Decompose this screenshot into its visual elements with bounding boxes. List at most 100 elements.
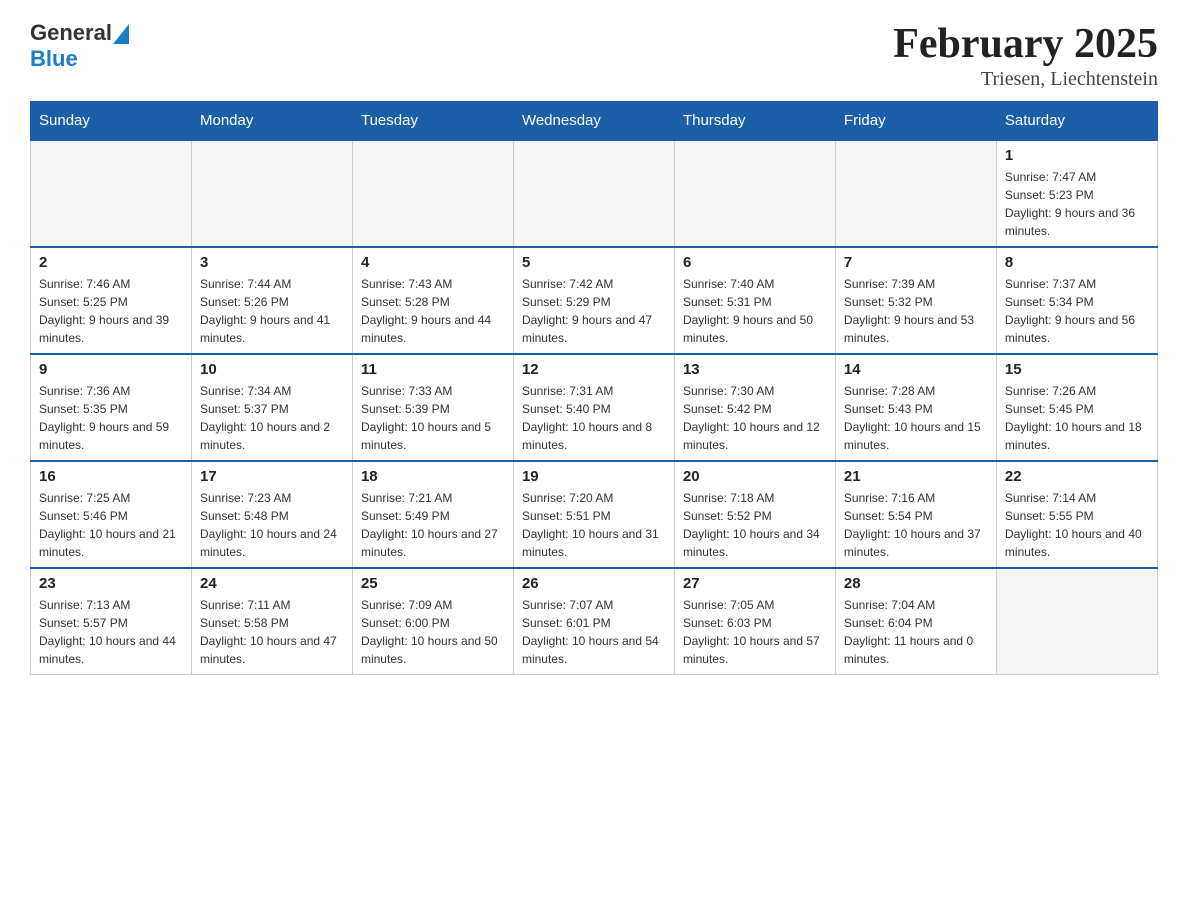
day-header-tuesday: Tuesday: [352, 102, 513, 141]
calendar-day-cell: 19 Sunrise: 7:20 AM Sunset: 5:51 PM Dayli…: [513, 461, 674, 568]
day-number: 13: [683, 361, 827, 378]
day-number: 4: [361, 254, 505, 271]
calendar-day-cell: 28 Sunrise: 7:04 AM Sunset: 6:04 PM Dayli…: [835, 568, 996, 675]
day-number: 11: [361, 361, 505, 378]
title-block: February 2025 Triesen, Liechtenstein: [893, 20, 1158, 91]
day-number: 22: [1005, 468, 1149, 485]
day-number: 26: [522, 575, 666, 592]
day-header-monday: Monday: [191, 102, 352, 141]
calendar-day-cell: 11 Sunrise: 7:33 AM Sunset: 5:39 PM Dayli…: [352, 354, 513, 461]
calendar-day-cell: 14Sunrise: 7:28 AM Sunset: 5:43 PM Dayli…: [835, 354, 996, 461]
day-number: 27: [683, 575, 827, 592]
day-info: Sunrise: 7:13 AM Sunset: 5:57 PM Dayligh…: [39, 596, 183, 668]
day-info: Sunrise: 7:26 AM Sunset: 5:45 PM Dayligh…: [1005, 382, 1149, 454]
calendar-subtitle: Triesen, Liechtenstein: [893, 68, 1158, 91]
calendar-day-cell: [513, 140, 674, 247]
calendar-day-cell: 15 Sunrise: 7:26 AM Sunset: 5:45 PM Dayli…: [996, 354, 1157, 461]
day-info: Sunrise: 7:30 AM Sunset: 5:42 PM Dayligh…: [683, 382, 827, 454]
calendar-day-cell: [996, 568, 1157, 675]
calendar-day-cell: 26 Sunrise: 7:07 AM Sunset: 6:01 PM Dayli…: [513, 568, 674, 675]
calendar-day-cell: 9 Sunrise: 7:36 AM Sunset: 5:35 PM Daylig…: [31, 354, 192, 461]
day-header-wednesday: Wednesday: [513, 102, 674, 141]
calendar-week-row: 9 Sunrise: 7:36 AM Sunset: 5:35 PM Daylig…: [31, 354, 1158, 461]
day-number: 17: [200, 468, 344, 485]
day-number: 1: [1005, 147, 1149, 164]
day-number: 16: [39, 468, 183, 485]
day-info: Sunrise: 7:43 AM Sunset: 5:28 PM Dayligh…: [361, 275, 505, 347]
page-header: General Blue February 2025 Triesen, Liec…: [30, 20, 1158, 91]
day-info: Sunrise: 7:04 AM Sunset: 6:04 PM Dayligh…: [844, 596, 988, 668]
calendar-day-cell: 3Sunrise: 7:44 AM Sunset: 5:26 PM Daylig…: [191, 247, 352, 354]
day-number: 15: [1005, 361, 1149, 378]
day-info: Sunrise: 7:40 AM Sunset: 5:31 PM Dayligh…: [683, 275, 827, 347]
calendar-day-cell: 13 Sunrise: 7:30 AM Sunset: 5:42 PM Dayli…: [674, 354, 835, 461]
calendar-day-cell: 7 Sunrise: 7:39 AM Sunset: 5:32 PM Daylig…: [835, 247, 996, 354]
day-number: 23: [39, 575, 183, 592]
day-info: Sunrise: 7:23 AM Sunset: 5:48 PM Dayligh…: [200, 489, 344, 561]
day-info: Sunrise: 7:05 AM Sunset: 6:03 PM Dayligh…: [683, 596, 827, 668]
calendar-day-cell: 1 Sunrise: 7:47 AM Sunset: 5:23 PM Daylig…: [996, 140, 1157, 247]
day-info: Sunrise: 7:09 AM Sunset: 6:00 PM Dayligh…: [361, 596, 505, 668]
day-info: Sunrise: 7:42 AM Sunset: 5:29 PM Dayligh…: [522, 275, 666, 347]
day-info: Sunrise: 7:28 AM Sunset: 5:43 PM Dayligh…: [844, 382, 988, 454]
calendar-day-cell: [674, 140, 835, 247]
calendar-day-cell: 16 Sunrise: 7:25 AM Sunset: 5:46 PM Dayli…: [31, 461, 192, 568]
day-info: Sunrise: 7:36 AM Sunset: 5:35 PM Dayligh…: [39, 382, 183, 454]
day-number: 9: [39, 361, 183, 378]
calendar-week-row: 16 Sunrise: 7:25 AM Sunset: 5:46 PM Dayli…: [31, 461, 1158, 568]
calendar-day-cell: 20 Sunrise: 7:18 AM Sunset: 5:52 PM Dayli…: [674, 461, 835, 568]
calendar-week-row: 2 Sunrise: 7:46 AM Sunset: 5:25 PM Daylig…: [31, 247, 1158, 354]
day-number: 21: [844, 468, 988, 485]
calendar-day-cell: 25 Sunrise: 7:09 AM Sunset: 6:00 PM Dayli…: [352, 568, 513, 675]
day-info: Sunrise: 7:18 AM Sunset: 5:52 PM Dayligh…: [683, 489, 827, 561]
day-number: 2: [39, 254, 183, 271]
calendar-day-cell: [835, 140, 996, 247]
day-info: Sunrise: 7:33 AM Sunset: 5:39 PM Dayligh…: [361, 382, 505, 454]
day-number: 12: [522, 361, 666, 378]
day-number: 5: [522, 254, 666, 271]
day-number: 20: [683, 468, 827, 485]
day-number: 8: [1005, 254, 1149, 271]
calendar-day-cell: 8Sunrise: 7:37 AM Sunset: 5:34 PM Daylig…: [996, 247, 1157, 354]
logo-arrow-icon: [113, 24, 129, 44]
calendar-day-cell: [191, 140, 352, 247]
day-info: Sunrise: 7:07 AM Sunset: 6:01 PM Dayligh…: [522, 596, 666, 668]
day-info: Sunrise: 7:16 AM Sunset: 5:54 PM Dayligh…: [844, 489, 988, 561]
day-number: 25: [361, 575, 505, 592]
calendar-day-cell: 23 Sunrise: 7:13 AM Sunset: 5:57 PM Dayli…: [31, 568, 192, 675]
day-header-saturday: Saturday: [996, 102, 1157, 141]
calendar-day-cell: 21 Sunrise: 7:16 AM Sunset: 5:54 PM Dayli…: [835, 461, 996, 568]
calendar-day-cell: [352, 140, 513, 247]
day-number: 10: [200, 361, 344, 378]
calendar-day-cell: 4 Sunrise: 7:43 AM Sunset: 5:28 PM Daylig…: [352, 247, 513, 354]
day-info: Sunrise: 7:25 AM Sunset: 5:46 PM Dayligh…: [39, 489, 183, 561]
day-info: Sunrise: 7:47 AM Sunset: 5:23 PM Dayligh…: [1005, 168, 1149, 240]
calendar-day-cell: 12 Sunrise: 7:31 AM Sunset: 5:40 PM Dayli…: [513, 354, 674, 461]
day-info: Sunrise: 7:11 AM Sunset: 5:58 PM Dayligh…: [200, 596, 344, 668]
day-info: Sunrise: 7:44 AM Sunset: 5:26 PM Dayligh…: [200, 275, 344, 347]
day-info: Sunrise: 7:31 AM Sunset: 5:40 PM Dayligh…: [522, 382, 666, 454]
day-info: Sunrise: 7:34 AM Sunset: 5:37 PM Dayligh…: [200, 382, 344, 454]
calendar-table: SundayMondayTuesdayWednesdayThursdayFrid…: [30, 101, 1158, 675]
day-number: 28: [844, 575, 988, 592]
calendar-header-row: SundayMondayTuesdayWednesdayThursdayFrid…: [31, 102, 1158, 141]
calendar-day-cell: 6 Sunrise: 7:40 AM Sunset: 5:31 PM Daylig…: [674, 247, 835, 354]
calendar-day-cell: 22 Sunrise: 7:14 AM Sunset: 5:55 PM Dayli…: [996, 461, 1157, 568]
day-info: Sunrise: 7:46 AM Sunset: 5:25 PM Dayligh…: [39, 275, 183, 347]
calendar-day-cell: 17 Sunrise: 7:23 AM Sunset: 5:48 PM Dayli…: [191, 461, 352, 568]
day-info: Sunrise: 7:39 AM Sunset: 5:32 PM Dayligh…: [844, 275, 988, 347]
day-number: 18: [361, 468, 505, 485]
calendar-week-row: 23 Sunrise: 7:13 AM Sunset: 5:57 PM Dayli…: [31, 568, 1158, 675]
logo-blue-text: Blue: [30, 46, 78, 72]
day-number: 19: [522, 468, 666, 485]
calendar-day-cell: 18Sunrise: 7:21 AM Sunset: 5:49 PM Dayli…: [352, 461, 513, 568]
day-info: Sunrise: 7:14 AM Sunset: 5:55 PM Dayligh…: [1005, 489, 1149, 561]
logo: General Blue: [30, 20, 129, 72]
calendar-title: February 2025: [893, 20, 1158, 68]
day-number: 24: [200, 575, 344, 592]
day-header-friday: Friday: [835, 102, 996, 141]
calendar-day-cell: 2 Sunrise: 7:46 AM Sunset: 5:25 PM Daylig…: [31, 247, 192, 354]
day-number: 7: [844, 254, 988, 271]
day-number: 6: [683, 254, 827, 271]
day-info: Sunrise: 7:20 AM Sunset: 5:51 PM Dayligh…: [522, 489, 666, 561]
